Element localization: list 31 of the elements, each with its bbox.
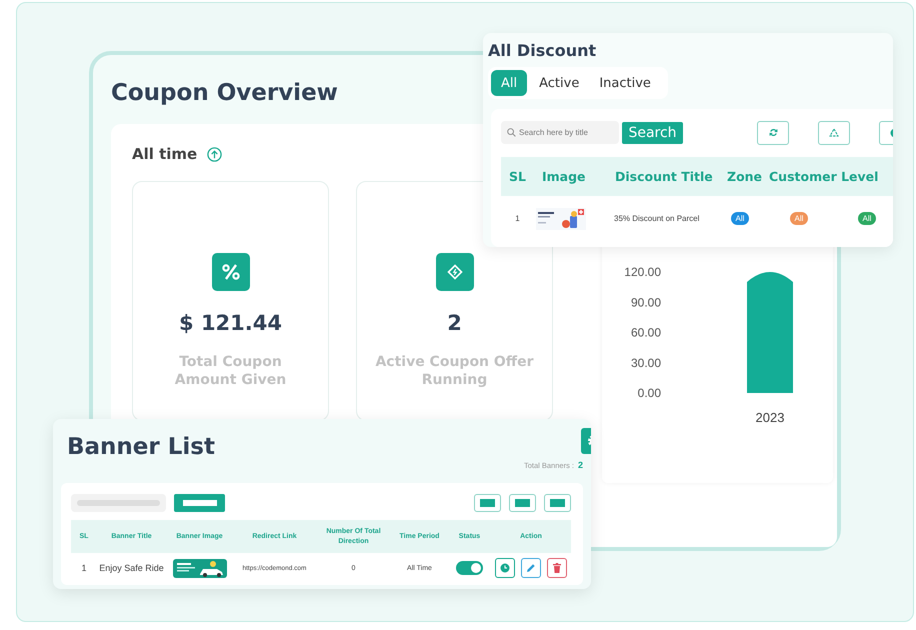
axis-label: 2023: [756, 410, 784, 425]
filter-tab[interactable]: Active: [531, 70, 588, 96]
table-cell-text: 1: [80, 563, 88, 573]
table-cell-text: 35% Discount on Parcel: [613, 214, 700, 223]
status-badge: All: [790, 212, 808, 225]
search-input[interactable]: Search here by title: [519, 128, 615, 137]
table-cell-text: 1: [514, 214, 521, 223]
axis-label: 0.00: [638, 386, 661, 400]
column-header: Customer Level: [768, 169, 880, 184]
table-cell-text: Enjoy Safe Ride: [98, 563, 165, 573]
axis-label: 120.00: [624, 265, 661, 279]
axis-label: 30.00: [630, 356, 661, 370]
column-header: Image: [541, 169, 587, 184]
axis-label: 60.00: [630, 326, 661, 340]
status-badge: All: [730, 212, 750, 225]
status-badge: All: [858, 212, 876, 225]
period-label: All time: [132, 145, 198, 163]
panel-title: Coupon Overview: [111, 79, 338, 108]
column-header: Discount Title: [614, 169, 714, 184]
stat-label: Total Coupon Amount Given: [174, 353, 288, 389]
panel-title: Banner List: [67, 433, 215, 462]
stat-label: Active Coupon Offer Running: [374, 353, 534, 389]
column-header: SL: [508, 169, 527, 184]
column-header: Zone: [726, 169, 761, 184]
axis-label: 90.00: [630, 295, 661, 310]
search-field[interactable]: Search here by title: [501, 121, 619, 144]
stat-value: 2: [447, 311, 462, 335]
filter-tab[interactable]: Inactive: [591, 70, 659, 96]
panel-title: All Discount: [488, 40, 596, 62]
total-value: 2: [578, 460, 583, 470]
stat-value: $ 121.44: [179, 311, 282, 335]
